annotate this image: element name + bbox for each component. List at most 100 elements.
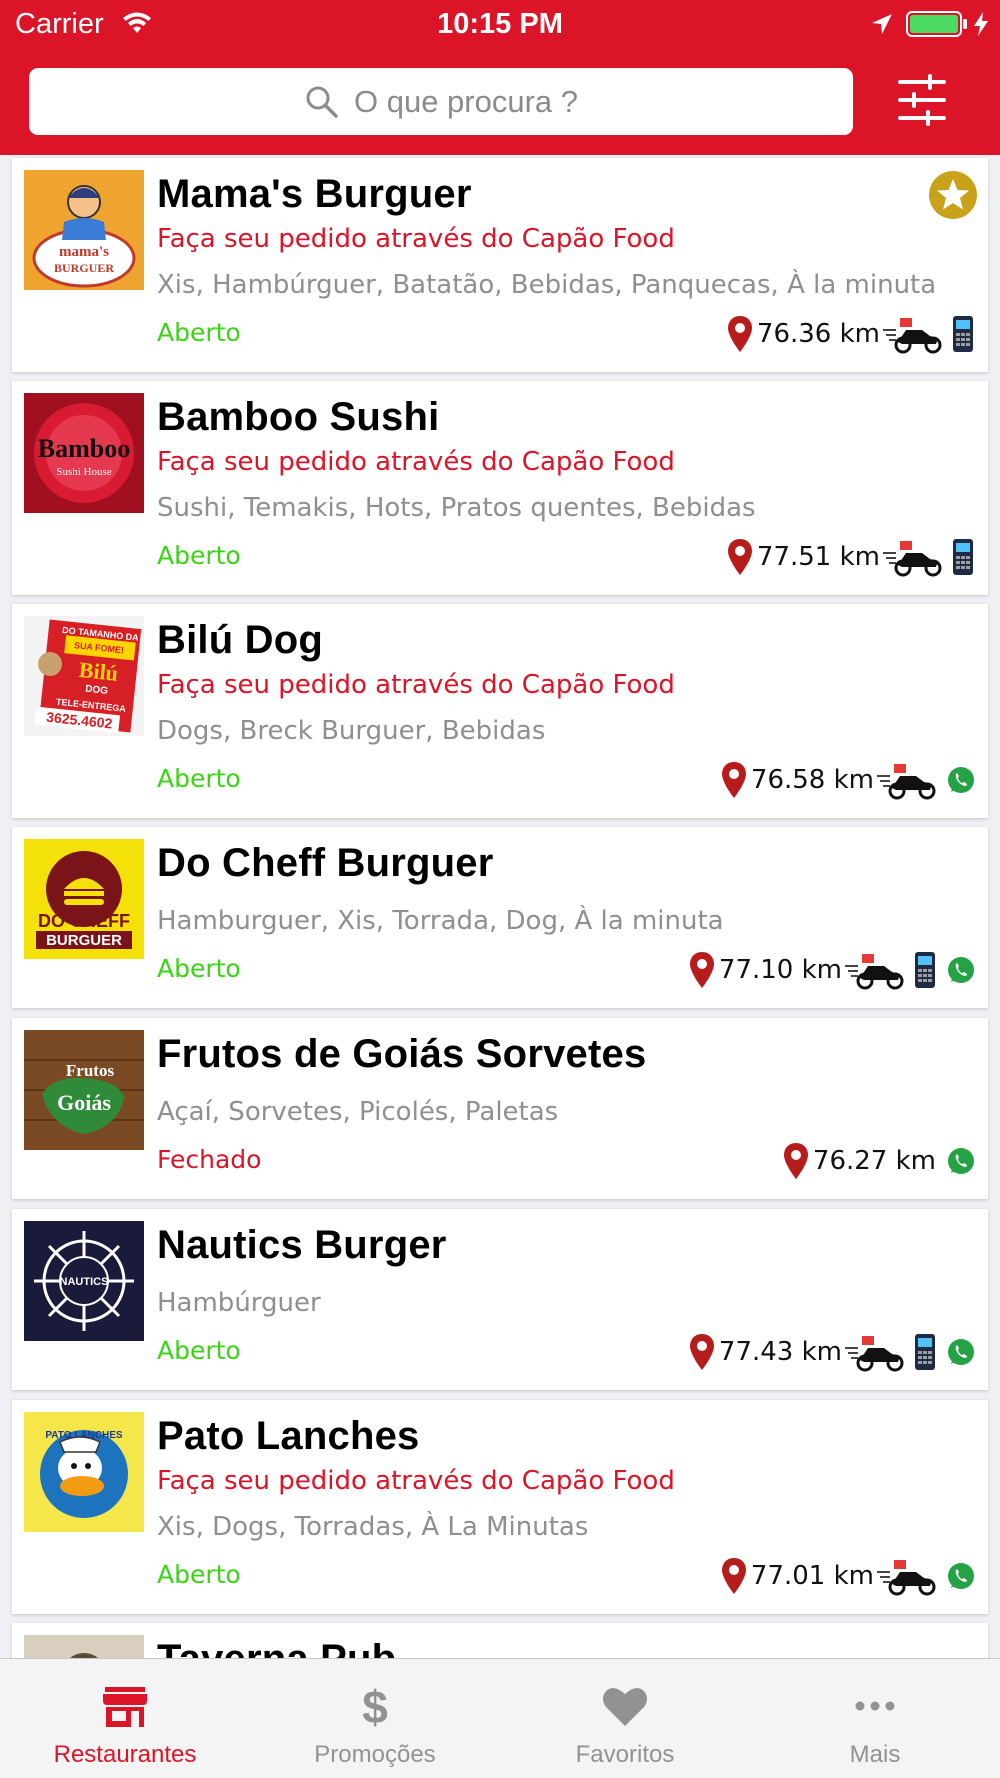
distance-label: 76.58 km [750, 765, 874, 795]
restaurant-tags: Sushi, Temakis, Hots, Pratos quentes, Be… [157, 493, 756, 523]
restaurant-status: Aberto [157, 1560, 241, 1589]
card-machine-icon [915, 1334, 935, 1370]
whatsapp-icon [948, 767, 974, 793]
tab-bar: Restaurantes $ Promoções Favoritos Mais [0, 1658, 1000, 1778]
restaurant-name: Pato Lanches [157, 1414, 420, 1458]
restaurant-name: Mama's Burguer [157, 172, 472, 216]
distance-label: 77.01 km [750, 1561, 874, 1591]
restaurant-card-pato-lanches[interactable]: PATO LANCHES Pato Lanches Faça seu pedid… [12, 1400, 988, 1614]
restaurant-tags: Hambúrguer [157, 1288, 321, 1318]
restaurant-logo [24, 1635, 144, 1658]
restaurant-logo: Frutos Goiás [24, 1030, 144, 1150]
restaurant-tags: Xis, Hambúrguer, Batatão, Bebidas, Panqu… [157, 270, 937, 300]
restaurant-promo: Faça seu pedido através do Capão Food [157, 670, 675, 700]
restaurant-status: Aberto [157, 1336, 241, 1365]
restaurant-status: Aberto [157, 954, 241, 983]
distance-label: 76.27 km [812, 1146, 936, 1176]
restaurant-name: Taverna Pub [157, 1637, 396, 1658]
restaurant-promo: Faça seu pedido através do Capão Food [157, 224, 675, 254]
status-bar: Carrier 10:15 PM [0, 0, 1000, 50]
delivery-motorcycle-icon [845, 954, 904, 990]
tab-label: Promoções [314, 1741, 436, 1768]
featured-star-icon [929, 171, 977, 219]
distance-label: 76.36 km [756, 319, 880, 349]
card-machine-icon [953, 316, 973, 352]
store-icon [103, 1687, 147, 1727]
delivery-motorcycle-icon [883, 541, 942, 577]
tab-label: Mais [849, 1741, 901, 1768]
search-icon [306, 86, 338, 118]
restaurant-card-mamas-burguer[interactable]: mama's BURGUER Mama's Burguer Faça seu p… [12, 158, 988, 372]
restaurant-name: Frutos de Goiás Sorvetes [157, 1032, 647, 1076]
whatsapp-icon [948, 957, 974, 983]
more-dots-icon [855, 1701, 895, 1711]
logo-text: Frutos [66, 1061, 115, 1080]
card-machine-icon [915, 952, 935, 988]
logo-text: NAUTICS [60, 1276, 109, 1288]
restaurant-name: Do Cheff Burguer [157, 841, 494, 885]
restaurant-meta: 77.43 km [689, 1332, 976, 1372]
distance-label: 77.51 km [756, 542, 880, 572]
location-pin-icon [721, 762, 746, 798]
heart-icon [603, 1688, 647, 1726]
restaurant-tags: Xis, Dogs, Torradas, À La Minutas [157, 1512, 589, 1542]
restaurant-tags: Hamburguer, Xis, Torrada, Dog, À la minu… [157, 906, 724, 936]
restaurant-logo: mama's BURGUER [24, 170, 144, 290]
tab-mais[interactable]: Mais [750, 1659, 1000, 1778]
restaurant-status: Aberto [157, 318, 241, 347]
location-pin-icon [689, 1334, 714, 1370]
search-placeholder: O que procura ? [353, 83, 579, 119]
svg-text:$: $ [362, 1681, 388, 1731]
restaurant-status: Fechado [157, 1145, 262, 1174]
restaurant-promo: Faça seu pedido através do Capão Food [157, 447, 675, 477]
app-screen: Carrier 10:15 PM O que procura ? mama's … [0, 0, 1000, 1778]
delivery-motorcycle-icon [877, 764, 936, 800]
restaurant-meta: 77.10 km [689, 950, 976, 990]
logo-text: Bamboo [38, 434, 130, 463]
logo-text: BURGUER [54, 261, 114, 275]
delivery-motorcycle-icon [877, 1560, 936, 1596]
restaurant-logo: PATO LANCHES [24, 1412, 144, 1532]
filter-sliders-icon[interactable] [896, 74, 948, 126]
restaurant-card-nautics-burger[interactable]: NAUTICS Nautics Burger Hambúrguer Aberto… [12, 1209, 988, 1390]
delivery-motorcycle-icon [883, 318, 942, 354]
restaurant-card-taverna-pub[interactable]: Taverna Pub [12, 1623, 988, 1658]
whatsapp-icon [948, 1148, 974, 1174]
restaurant-tags: Açaí, Sorvetes, Picolés, Paletas [157, 1097, 559, 1127]
location-pin-icon [727, 539, 752, 575]
restaurant-meta: 77.51 km [727, 537, 976, 577]
restaurant-meta: 77.01 km [721, 1556, 976, 1596]
logo-text: Goiás [57, 1090, 111, 1115]
restaurant-card-do-cheff-burguer[interactable]: DO CHEFF BURGUER Do Cheff Burguer Hambur… [12, 827, 988, 1008]
restaurant-card-bamboo-sushi[interactable]: Bamboo Sushi House Bamboo Sushi Faça seu… [12, 381, 988, 595]
tab-label: Restaurantes [53, 1741, 197, 1768]
restaurant-meta: 76.27 km [783, 1141, 976, 1181]
tab-favoritos[interactable]: Favoritos [500, 1659, 750, 1778]
restaurant-card-frutos-de-goias[interactable]: Frutos Goiás Frutos de Goiás Sorvetes Aç… [12, 1018, 988, 1199]
logo-text: DO CHEFF [38, 911, 130, 931]
restaurant-promo: Faça seu pedido através do Capão Food [157, 1466, 675, 1496]
restaurant-meta: 76.58 km [721, 760, 976, 800]
whatsapp-icon [948, 1339, 974, 1365]
restaurant-logo: DO TAMANHO DA SUA FOME! Bilú DOG TELE-EN… [24, 616, 144, 736]
restaurant-status: Aberto [157, 764, 241, 793]
battery-icon [906, 11, 967, 37]
restaurant-name: Bamboo Sushi [157, 395, 440, 439]
search-input[interactable]: O que procura ? [29, 68, 853, 135]
restaurant-logo: NAUTICS [24, 1221, 144, 1341]
charging-bolt-icon [974, 12, 988, 36]
restaurant-status: Aberto [157, 541, 241, 570]
header-bar: Carrier 10:15 PM O que procura ? [0, 0, 1000, 155]
restaurant-logo: DO CHEFF BURGUER [24, 839, 144, 959]
card-machine-icon [953, 539, 973, 575]
tab-restaurantes[interactable]: Restaurantes [0, 1659, 250, 1778]
restaurant-list[interactable]: mama's BURGUER Mama's Burguer Faça seu p… [0, 155, 1000, 1658]
dollar-icon: $ [362, 1681, 388, 1731]
restaurant-name: Bilú Dog [157, 618, 324, 662]
restaurant-logo: Bamboo Sushi House [24, 393, 144, 513]
restaurant-meta: 76.36 km [727, 314, 976, 354]
delivery-motorcycle-icon [845, 1336, 904, 1372]
restaurant-card-bilu-dog[interactable]: DO TAMANHO DA SUA FOME! Bilú DOG TELE-EN… [12, 604, 988, 818]
distance-label: 77.43 km [718, 1337, 842, 1367]
tab-promocoes[interactable]: $ Promoções [250, 1659, 500, 1778]
